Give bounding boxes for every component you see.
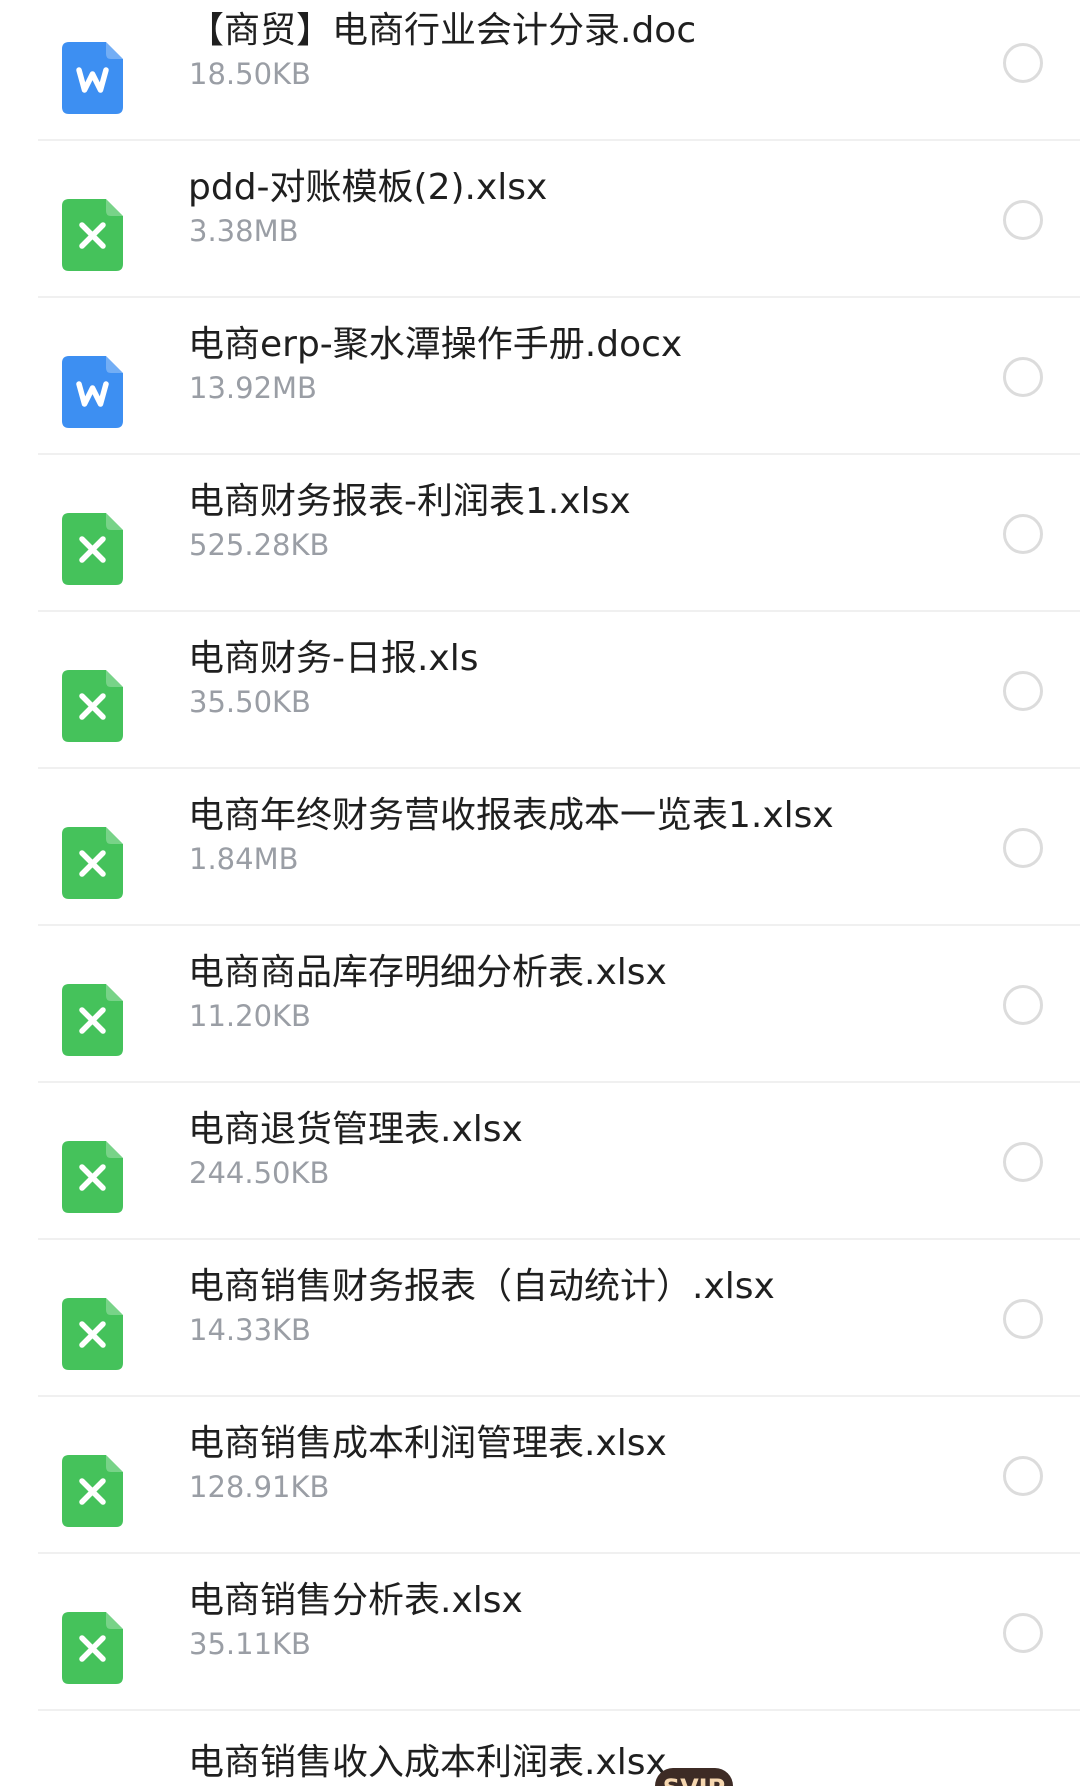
- select-radio[interactable]: [1003, 828, 1043, 868]
- file-name: pdd-对账模板(2).xlsx: [188, 167, 548, 208]
- file-size: 35.50KB: [189, 685, 311, 719]
- excel-sheet-icon: [62, 1612, 123, 1684]
- select-radio[interactable]: [1003, 200, 1043, 240]
- select-radio[interactable]: [1003, 1613, 1043, 1653]
- word-doc-icon: [62, 356, 123, 428]
- excel-sheet-icon: [62, 827, 123, 899]
- row-divider: [38, 1709, 1080, 1711]
- file-size: 11.20KB: [189, 999, 311, 1033]
- excel-sheet-icon: [62, 1141, 123, 1213]
- file-name: 电商销售财务报表（自动统计）.xlsx: [188, 1266, 775, 1307]
- file-size: 18.50KB: [189, 57, 311, 91]
- file-name: 电商销售收入成本利润表.xlsx: [188, 1742, 667, 1783]
- file-size: 35.11KB: [189, 1627, 311, 1661]
- file-name: 电商销售分析表.xlsx: [188, 1580, 523, 1621]
- file-row[interactable]: 电商财务报表-利润表1.xlsx 525.28KB: [0, 455, 1080, 612]
- word-doc-icon: [62, 42, 123, 114]
- file-size: 13.92MB: [189, 371, 317, 405]
- file-size: 244.50KB: [189, 1156, 330, 1190]
- file-size: 525.28KB: [189, 528, 330, 562]
- excel-sheet-icon: [62, 513, 123, 585]
- file-size: 1.84MB: [189, 842, 299, 876]
- file-row[interactable]: 电商销售财务报表（自动统计）.xlsx 14.33KB: [0, 1240, 1080, 1397]
- file-size: 3.38MB: [189, 214, 299, 248]
- excel-sheet-icon: [62, 670, 123, 742]
- file-row[interactable]: 电商商品库存明细分析表.xlsx 11.20KB: [0, 926, 1080, 1083]
- file-row[interactable]: pdd-对账模板(2).xlsx 3.38MB: [0, 141, 1080, 298]
- file-size: 128.91KB: [189, 1470, 330, 1504]
- file-name: 【商贸】电商行业会计分录.doc: [188, 10, 697, 51]
- excel-sheet-icon: [62, 199, 123, 271]
- excel-sheet-icon: [62, 984, 123, 1056]
- file-row[interactable]: 电商erp-聚水潭操作手册.docx 13.92MB: [0, 298, 1080, 455]
- file-name: 电商erp-聚水潭操作手册.docx: [188, 324, 683, 365]
- select-radio[interactable]: [1003, 1299, 1043, 1339]
- file-name: 电商销售成本利润管理表.xlsx: [188, 1423, 667, 1464]
- file-name: 电商财务-日报.xls: [188, 638, 479, 679]
- excel-sheet-icon: [62, 1455, 123, 1527]
- select-radio[interactable]: [1003, 357, 1043, 397]
- file-name: 电商年终财务营收报表成本一览表1.xlsx: [188, 795, 834, 836]
- select-radio[interactable]: [1003, 671, 1043, 711]
- file-row[interactable]: 电商退货管理表.xlsx 244.50KB: [0, 1083, 1080, 1240]
- file-name: 电商财务报表-利润表1.xlsx: [188, 481, 631, 522]
- svip-badge[interactable]: SVIP: [655, 1768, 733, 1786]
- file-row[interactable]: 电商财务-日报.xls 35.50KB: [0, 612, 1080, 769]
- select-radio[interactable]: [1003, 1142, 1043, 1182]
- file-name: 电商退货管理表.xlsx: [188, 1109, 523, 1150]
- file-row[interactable]: 【商贸】电商行业会计分录.doc 18.50KB: [0, 0, 1080, 141]
- select-radio[interactable]: [1003, 985, 1043, 1025]
- file-list: 电商销售收入成本利润表.xlsx SVIP 【商贸】电商行业会计分录.doc 18…: [0, 0, 1080, 1786]
- file-row[interactable]: 电商销售成本利润管理表.xlsx 128.91KB: [0, 1397, 1080, 1554]
- file-row[interactable]: 电商年终财务营收报表成本一览表1.xlsx 1.84MB: [0, 769, 1080, 926]
- select-radio[interactable]: [1003, 1456, 1043, 1496]
- file-row[interactable]: 电商销售分析表.xlsx 35.11KB: [0, 1554, 1080, 1711]
- file-name: 电商商品库存明细分析表.xlsx: [188, 952, 667, 993]
- select-radio[interactable]: [1003, 43, 1043, 83]
- select-radio[interactable]: [1003, 514, 1043, 554]
- file-size: 14.33KB: [189, 1313, 311, 1347]
- excel-sheet-icon: [62, 1298, 123, 1370]
